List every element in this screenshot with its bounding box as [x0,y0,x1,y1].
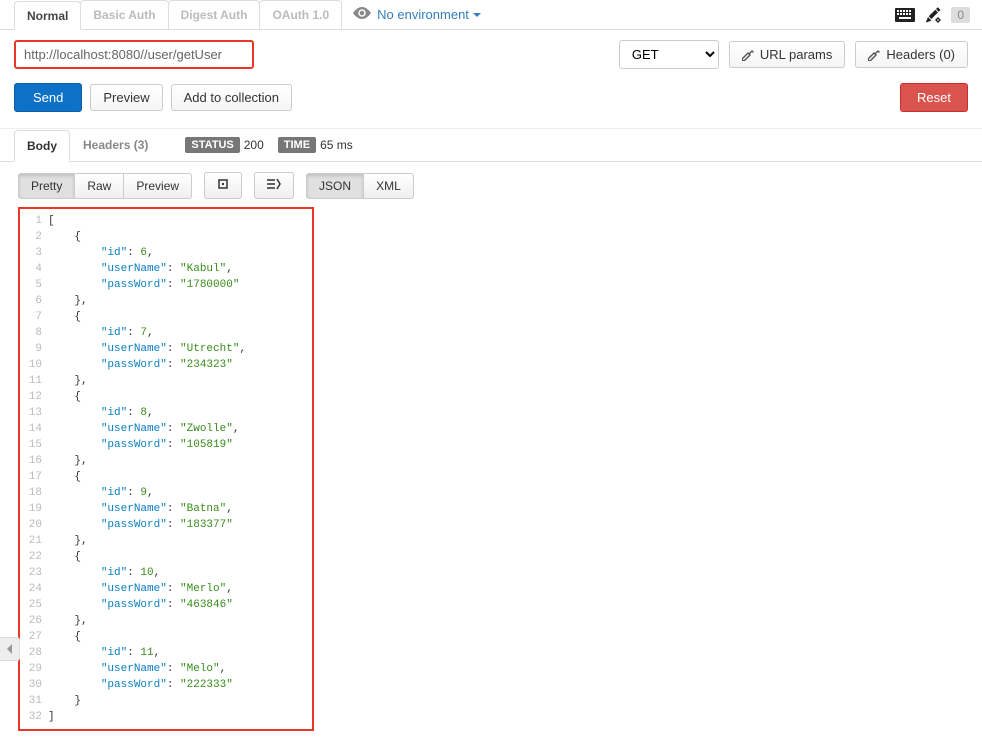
keyboard-icon[interactable] [895,8,915,22]
auth-tab-basic[interactable]: Basic Auth [80,0,168,29]
chevron-left-icon [6,644,14,654]
response-tab-body[interactable]: Body [14,130,70,162]
headers-button[interactable]: Headers (0) [855,41,968,68]
toggle-wrap-button[interactable] [254,172,294,199]
auth-tab-normal[interactable]: Normal [14,1,81,30]
environment-selector[interactable]: No environment [377,7,481,22]
url-params-button[interactable]: URL params [729,41,845,68]
response-tab-headers[interactable]: Headers (3) [70,129,161,161]
response-body[interactable]: 1[2 {3 "id": 6,4 "userName": "Kabul",5 "… [18,207,314,731]
view-raw-button[interactable]: Raw [75,173,124,199]
auth-tab-oauth[interactable]: OAuth 1.0 [259,0,342,29]
caret-down-icon [473,13,481,17]
format-json-button[interactable]: JSON [306,173,364,199]
status-code: 200 [244,138,264,152]
send-button[interactable]: Send [14,83,82,112]
http-method-select[interactable]: GET [619,40,719,69]
headers-button-label: Headers (0) [886,47,955,62]
notification-count[interactable]: 0 [951,7,970,23]
wrap-icon [267,178,281,190]
time-value: 65 ms [320,138,353,152]
preview-button[interactable]: Preview [90,84,162,111]
format-xml-button[interactable]: XML [364,173,414,199]
view-preview-button[interactable]: Preview [124,173,192,199]
expand-sidebar-button[interactable] [0,637,20,661]
copy-response-button[interactable] [204,172,242,199]
environment-label: No environment [377,7,469,22]
url-input[interactable] [14,40,254,69]
view-pretty-button[interactable]: Pretty [18,173,75,199]
time-label: TIME [278,137,316,153]
add-to-collection-button[interactable]: Add to collection [171,84,292,111]
reset-button[interactable]: Reset [900,83,968,112]
copy-icon [217,178,229,190]
eye-icon[interactable] [353,7,371,22]
url-params-label: URL params [760,47,832,62]
status-label: STATUS [185,137,239,153]
settings-icon[interactable] [925,7,941,23]
auth-tab-digest[interactable]: Digest Auth [168,0,261,29]
